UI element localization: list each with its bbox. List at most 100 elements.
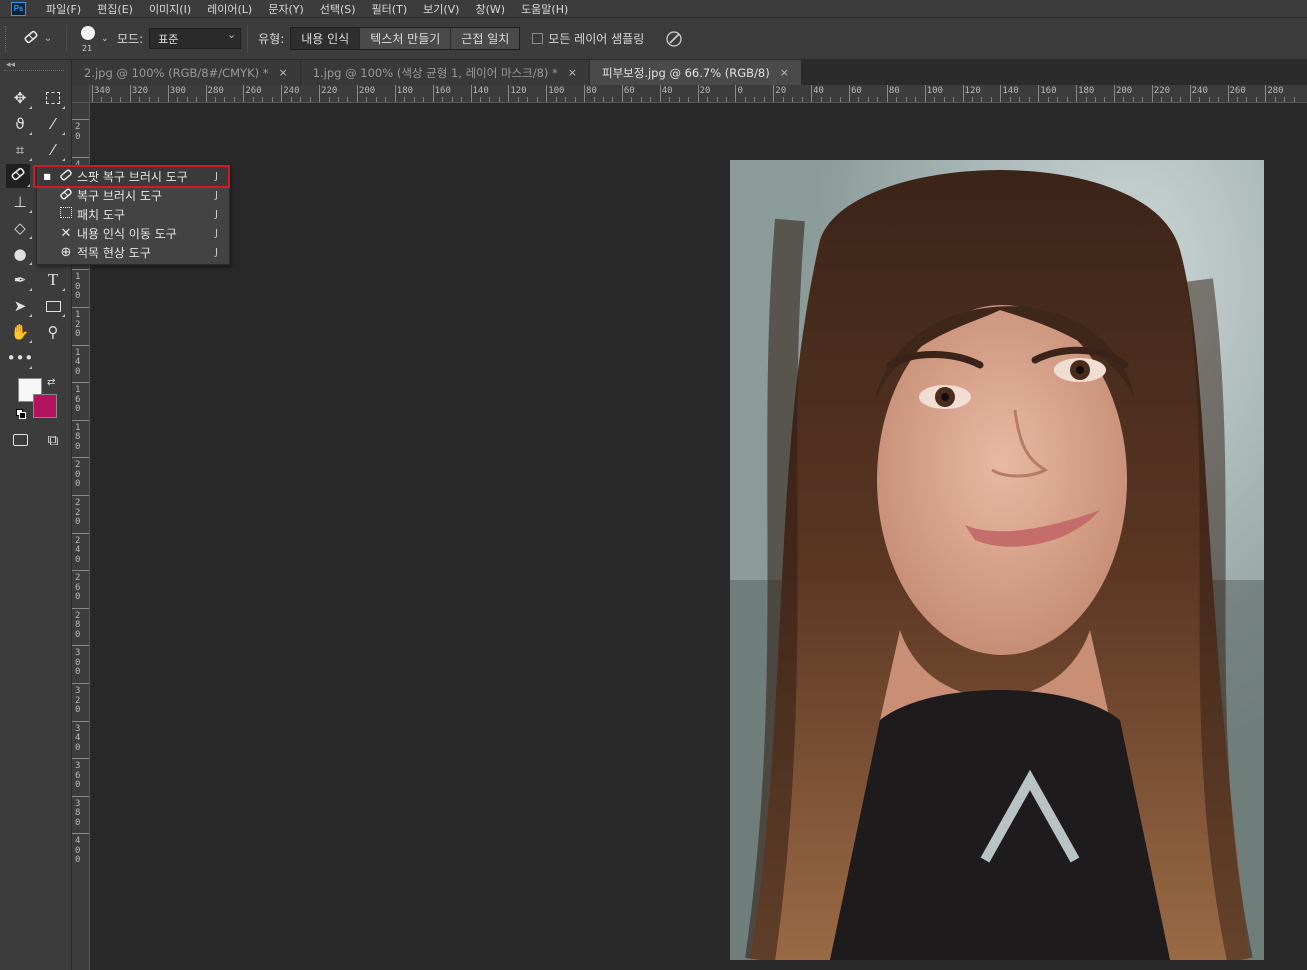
- ruler-label: 60: [623, 86, 635, 96]
- move-tool[interactable]: ✥: [8, 86, 32, 110]
- ruler-tick: [1113, 85, 1115, 102]
- ruler-label: 20: [699, 86, 711, 96]
- document-image[interactable]: [730, 160, 1264, 960]
- more-tools[interactable]: •••: [7, 346, 33, 370]
- type-proximity-match-button[interactable]: 근접 일치: [451, 28, 520, 49]
- document-tab[interactable]: 2.jpg @ 100% (RGB/8#/CMYK) * ×: [72, 60, 301, 85]
- eyedropper-tool[interactable]: ⁄: [41, 138, 65, 162]
- eraser-tool[interactable]: ◇: [8, 216, 32, 240]
- ruler-minor-tick: [839, 97, 841, 102]
- close-icon[interactable]: ×: [568, 66, 577, 79]
- ruler-tick: [962, 85, 964, 102]
- type-segmented-control: 내용 인식 텍스처 만들기 근접 일치: [290, 27, 521, 50]
- flyout-item-healing-brush[interactable]: 복구 브러시 도구 J: [39, 186, 229, 205]
- ruler-minor-tick: [252, 97, 254, 102]
- menu-view[interactable]: 보기(V): [415, 1, 467, 17]
- ruler-label: 60: [851, 86, 862, 96]
- ruler-minor-tick: [1132, 97, 1134, 102]
- ruler-label: 140: [1002, 86, 1019, 96]
- ruler-tick: [72, 795, 89, 797]
- ruler-minor-tick: [593, 97, 595, 102]
- ruler-tick: [1038, 85, 1040, 102]
- brush-size-value: 21: [82, 43, 93, 53]
- close-icon[interactable]: ×: [780, 66, 789, 79]
- flyout-item-patch[interactable]: 패치 도구 J: [39, 205, 229, 224]
- ruler-minor-tick: [612, 97, 614, 102]
- pen-tool[interactable]: ✒: [8, 268, 32, 292]
- menu-layer[interactable]: 레이어(L): [199, 1, 260, 17]
- ruler-minor-tick: [1095, 97, 1097, 102]
- ruler-tick: [129, 85, 131, 102]
- type-content-aware-button[interactable]: 내용 인식: [291, 28, 361, 49]
- marquee-icon: [46, 92, 60, 104]
- ruler-minor-tick: [186, 97, 188, 102]
- menu-help[interactable]: 도움말(H): [513, 1, 576, 17]
- lasso-tool[interactable]: ϑ: [8, 112, 32, 136]
- menu-window[interactable]: 창(W): [467, 1, 513, 17]
- flyout-item-content-aware-move[interactable]: ✕ 내용 인식 이동 도구 J: [39, 224, 229, 243]
- flyout-item-spot-healing-brush[interactable]: ■ 스팟 복구 브러시 도구 J: [39, 167, 229, 186]
- flyout-item-shortcut: J: [215, 209, 218, 220]
- ruler-tick: [584, 85, 586, 102]
- flyout-item-red-eye[interactable]: ⊕ 적목 현상 도구 J: [39, 243, 229, 262]
- menu-file[interactable]: 파일(F): [38, 1, 89, 17]
- ruler-minor-tick: [536, 97, 538, 102]
- ruler-label: 220: [321, 86, 338, 96]
- document-tab-active[interactable]: 피부보정.jpg @ 66.7% (RGB/8) ×: [590, 60, 802, 85]
- zoom-tool[interactable]: ⚲: [41, 320, 65, 344]
- menu-type[interactable]: 문자(Y): [260, 1, 312, 17]
- menu-filter[interactable]: 필터(T): [364, 1, 416, 17]
- default-colors-icon[interactable]: [16, 409, 26, 419]
- background-color-swatch[interactable]: [33, 394, 57, 418]
- menu-select[interactable]: 선택(S): [312, 1, 364, 17]
- flyout-item-shortcut: J: [215, 228, 218, 239]
- rectangle-icon: [45, 300, 61, 312]
- ruler-minor-tick: [678, 97, 680, 102]
- ruler-minor-tick: [792, 97, 794, 102]
- brush-picker[interactable]: 21 ⌄: [73, 22, 113, 56]
- ruler-minor-tick: [479, 97, 481, 102]
- spot-healing-brush-tool[interactable]: [6, 164, 30, 188]
- brush-tip-icon: [81, 25, 95, 40]
- ruler-tick: [72, 156, 89, 158]
- blur-tool[interactable]: ●: [8, 242, 32, 266]
- mode-select[interactable]: 표준: [149, 28, 242, 49]
- sample-all-layers-checkbox[interactable]: [532, 33, 544, 44]
- crop-tool[interactable]: ⌗: [8, 138, 32, 162]
- type-create-texture-button[interactable]: 텍스처 만들기: [360, 28, 452, 49]
- document-tab-bar: 2.jpg @ 100% (RGB/8#/CMYK) * × 1.jpg @ 1…: [72, 60, 1307, 85]
- tool-preset-picker[interactable]: ⌄: [14, 24, 60, 54]
- menu-edit[interactable]: 편집(E): [89, 1, 141, 17]
- tools-panel-grip[interactable]: [4, 70, 64, 73]
- ruler-label: 1 6 0: [75, 385, 81, 415]
- document-tab-title: 2.jpg @ 100% (RGB/8#/CMYK) *: [84, 65, 269, 80]
- options-bar-grip[interactable]: [5, 25, 8, 52]
- type-tool[interactable]: T: [41, 268, 65, 292]
- hand-tool[interactable]: ✋: [8, 320, 32, 344]
- magic-wand-tool[interactable]: ⁄: [41, 112, 65, 136]
- ruler-origin[interactable]: [72, 85, 90, 103]
- marquee-tool[interactable]: [41, 86, 65, 110]
- pressure-size-icon[interactable]: [664, 29, 684, 49]
- horizontal-ruler[interactable]: 340 320 300 280 260 240 220 200 180 160 140 120 100 8…: [90, 85, 1307, 103]
- stamp-tool[interactable]: ⊥: [8, 190, 32, 214]
- ruler-minor-tick: [820, 97, 822, 102]
- ruler-minor-tick: [744, 97, 746, 102]
- swap-colors-icon[interactable]: ⇄: [47, 377, 55, 388]
- screen-mode-button[interactable]: ⧉: [41, 428, 65, 452]
- rectangle-tool[interactable]: [41, 294, 65, 318]
- ruler-tick: [281, 85, 283, 102]
- ruler-minor-tick: [1180, 97, 1182, 102]
- path-select-tool[interactable]: ➤: [8, 294, 32, 318]
- document-tab[interactable]: 1.jpg @ 100% (색상 균형 1, 레이어 마스크/8) * ×: [300, 60, 591, 85]
- ruler-label: 1 2 0: [75, 310, 81, 339]
- close-icon[interactable]: ×: [279, 66, 288, 79]
- ruler-label: 240: [1191, 86, 1208, 96]
- menu-image[interactable]: 이미지(I): [141, 1, 199, 17]
- ruler-tick: [72, 269, 89, 271]
- ruler-minor-tick: [120, 97, 122, 102]
- collapse-icon[interactable]: ◂◂: [6, 60, 15, 70]
- ruler-tick: [886, 85, 888, 102]
- quick-mask-button[interactable]: [8, 428, 32, 452]
- ruler-tick: [432, 85, 434, 102]
